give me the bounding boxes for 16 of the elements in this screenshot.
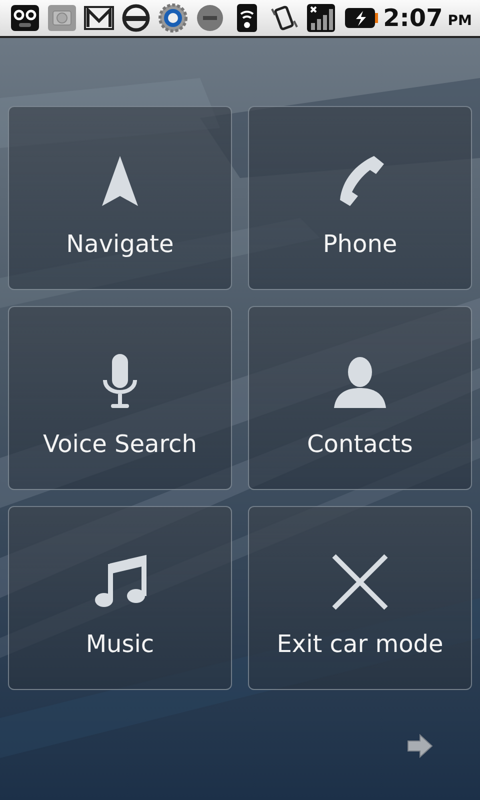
exit-tile[interactable]: Exit car mode [248, 506, 472, 690]
camera-icon [47, 3, 77, 33]
clock-period: PM [448, 13, 472, 29]
phone-tile[interactable]: Phone [248, 106, 472, 290]
voice-tile[interactable]: Voice Search [8, 306, 232, 490]
music-tile[interactable]: Music [8, 506, 232, 690]
contacts-tile[interactable]: Contacts [248, 306, 472, 490]
clock-time: 2:07 [383, 4, 443, 32]
next-arrow-icon[interactable] [406, 734, 434, 758]
gear-icon [158, 3, 188, 33]
close-icon [330, 552, 390, 612]
voicemail-icon [10, 3, 40, 33]
mail-icon [84, 3, 114, 33]
signal-icon [306, 3, 336, 33]
navigate-tile[interactable]: Navigate [8, 106, 232, 290]
vibrate-icon [269, 3, 299, 33]
